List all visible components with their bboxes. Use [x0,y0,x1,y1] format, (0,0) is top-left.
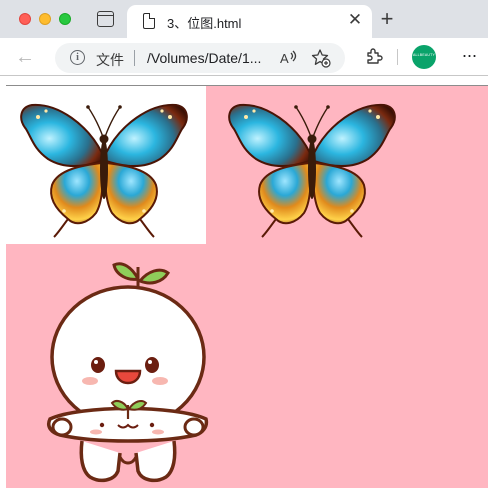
page-content [0,77,488,488]
read-aloud-icon[interactable]: A [280,49,300,67]
svg-text:A: A [280,51,289,66]
tab-title: 3、位图.html [167,16,242,31]
browser-toolbar: ← i 文件 /Volumes/Date/1... A ALLBEAUTY ··… [0,38,488,76]
more-menu-icon[interactable]: ··· [458,44,480,66]
minimize-window-button[interactable] [39,13,51,25]
extensions-icon[interactable] [364,46,384,66]
back-button[interactable]: ← [14,46,36,68]
sprout-character-image [47,262,209,483]
toolbar-divider [397,49,398,65]
document-icon [143,13,155,29]
close-window-button[interactable] [19,13,31,25]
maximize-window-button[interactable] [59,13,71,25]
info-icon[interactable]: i [70,50,85,65]
profile-avatar[interactable]: ALLBEAUTY [412,45,436,69]
butterfly-image-1 [20,103,188,238]
address-url[interactable]: /Volumes/Date/1... [147,50,261,66]
active-tab[interactable]: 3、位图.html ✕ [127,5,372,38]
tab-bar: 3、位图.html ✕ + [0,0,488,38]
new-tab-button[interactable]: + [377,8,397,30]
butterfly-image-2 [228,103,396,238]
address-scheme-label: 文件 [96,52,124,68]
avatar-text: ALLBEAUTY [412,53,436,57]
tab-actions-icon[interactable] [97,11,114,27]
add-favorite-icon[interactable] [311,48,331,68]
tab-close-icon[interactable]: ✕ [346,11,364,29]
address-divider [134,50,135,66]
address-bar[interactable]: i 文件 /Volumes/Date/1... A [55,43,345,73]
